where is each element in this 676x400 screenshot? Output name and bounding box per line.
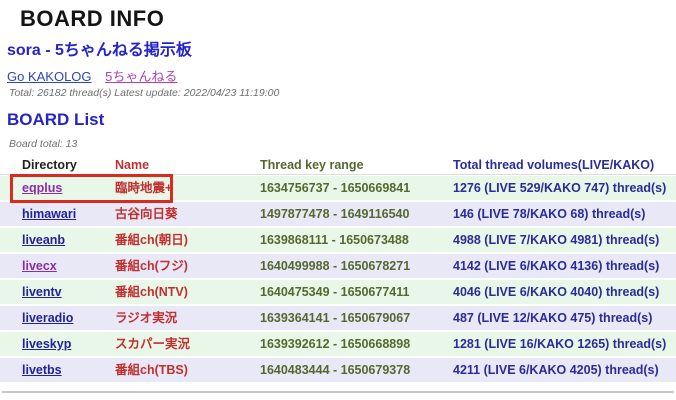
board-name-cell: ラジオ実況 (115, 311, 178, 325)
board-table: Directory Name Thread key range Total th… (0, 155, 676, 384)
directory-link[interactable]: liveskyp (22, 337, 71, 351)
table-header-directory: Directory (22, 158, 77, 172)
directory-cell: liveradio (0, 306, 115, 330)
thread-volumes-cell: 487 (LIVE 12/KAKO 475) thread(s) (453, 311, 653, 325)
directory-cell: livecx (0, 254, 115, 278)
thread-volumes-cell: 146 (LIVE 78/KAKO 68) thread(s) (453, 207, 646, 221)
thread-key-range-cell: 1639392612 - 1650668898 (260, 337, 411, 351)
board-name-cell: スカパー実況 (115, 337, 191, 351)
board-name-cell: 番組ch(TBS) (115, 363, 188, 377)
bottom-divider (2, 391, 674, 393)
table-row: eqplus 臨時地震+ 1634756737 - 1650669841 127… (0, 176, 676, 200)
board-total-line: Board total: 13 (9, 138, 78, 150)
table-row: livecx 番組ch(フジ) 1640499988 - 1650678271 … (0, 254, 676, 278)
thread-key-range-cell: 1640475349 - 1650677411 (260, 285, 410, 299)
thread-volumes-cell: 4211 (LIVE 6/KAKO 4205) thread(s) (453, 363, 659, 377)
directory-link[interactable]: livetbs (22, 363, 62, 377)
directory-link[interactable]: liveradio (22, 311, 73, 325)
table-row: liveskyp スカパー実況 1639392612 - 1650668898 … (0, 332, 676, 356)
board-subtitle: sora - 5ちゃんねる掲示板 (7, 42, 192, 59)
top-links: Go KAKOLOG 5ちゃんねる (7, 66, 177, 85)
table-row: livetbs 番組ch(TBS) 1640483444 - 165067937… (0, 358, 676, 382)
table-row: liventv 番組ch(NTV) 1640475349 - 165067741… (0, 280, 676, 304)
directory-cell: liveskyp (0, 332, 115, 356)
directory-link[interactable]: liveanb (22, 233, 65, 247)
board-name-cell: 番組ch(フジ) (115, 259, 188, 273)
table-row: himawari 古谷向日葵 1497877478 - 1649116540 1… (0, 202, 676, 226)
thread-key-range-cell: 1639364141 - 1650679067 (260, 311, 411, 325)
table-header-thread-key-range: Thread key range (260, 158, 364, 172)
board-list-title: BOARD List (7, 110, 105, 129)
directory-cell: liveanb (0, 228, 115, 252)
thread-volumes-cell: 4046 (LIVE 6/KAKO 4040) thread(s) (453, 285, 660, 299)
directory-cell: liventv (0, 280, 115, 304)
table-row: liveradio ラジオ実況 1639364141 - 1650679067 … (0, 306, 676, 330)
directory-cell: himawari (0, 202, 115, 226)
table-header-row: Directory Name Thread key range Total th… (0, 155, 676, 175)
thread-key-range-cell: 1640499988 - 1650678271 (260, 259, 411, 273)
fivech-link[interactable]: 5ちゃんねる (105, 69, 177, 84)
table-header-name: Name (115, 158, 150, 172)
thread-key-range-cell: 1634756737 - 1650669841 (260, 181, 411, 195)
thread-volumes-cell: 4988 (LIVE 7/KAKO 4981) thread(s) (453, 233, 660, 247)
thread-key-range-cell: 1640483444 - 1650679378 (260, 363, 411, 377)
page-title: BOARD INFO (20, 6, 165, 31)
directory-link[interactable]: livecx (22, 259, 57, 273)
board-name-cell: 番組ch(朝日) (115, 233, 188, 247)
total-threads-line: Total: 26182 thread(s) Latest update: 20… (9, 87, 280, 99)
board-name-cell: 臨時地震+ (115, 181, 173, 195)
thread-key-range-cell: 1497877478 - 1649116540 (260, 207, 410, 221)
board-name-cell: 番組ch(NTV) (115, 285, 188, 299)
table-header-thread-volumes: Total thread volumes(LIVE/KAKO) (453, 158, 655, 172)
directory-link[interactable]: liventv (22, 285, 62, 299)
thread-volumes-cell: 1276 (LIVE 529/KAKO 747) thread(s) (453, 181, 667, 195)
thread-volumes-cell: 4142 (LIVE 6/KAKO 4136) thread(s) (453, 259, 660, 273)
directory-cell: eqplus (0, 176, 115, 200)
table-row: liveanb 番組ch(朝日) 1639868111 - 1650673488… (0, 228, 676, 252)
thread-key-range-cell: 1639868111 - 1650673488 (260, 233, 409, 247)
table-body: eqplus 臨時地震+ 1634756737 - 1650669841 127… (0, 176, 676, 382)
directory-cell: livetbs (0, 358, 115, 382)
board-name-cell: 古谷向日葵 (115, 207, 178, 221)
thread-volumes-cell: 1281 (LIVE 16/KAKO 1265) thread(s) (453, 337, 667, 351)
go-kakolog-link[interactable]: Go KAKOLOG (7, 69, 92, 84)
directory-link[interactable]: himawari (22, 207, 76, 221)
directory-link[interactable]: eqplus (22, 181, 62, 195)
